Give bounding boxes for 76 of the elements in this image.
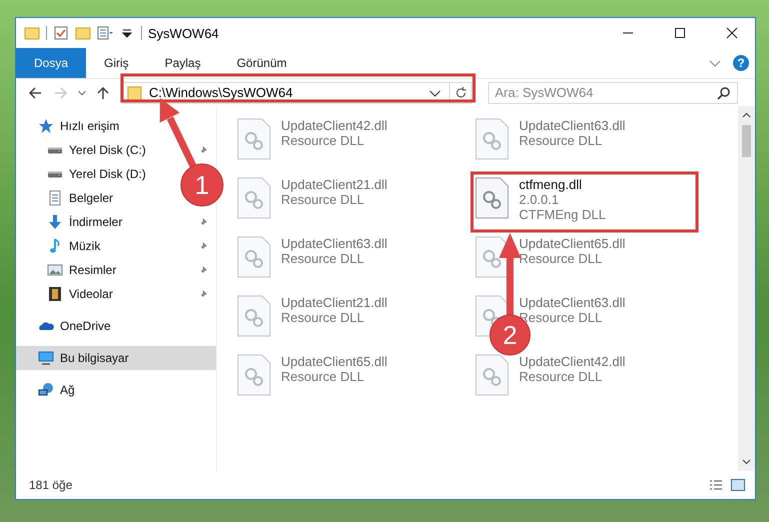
ribbon-tab[interactable]: Giriş bbox=[86, 48, 147, 78]
file-name[interactable]: ctfmeng.dll bbox=[519, 177, 606, 192]
help-button[interactable]: ? bbox=[733, 55, 749, 71]
forward-arrow-icon bbox=[54, 86, 68, 100]
dll-file-icon bbox=[475, 118, 509, 160]
file-name[interactable]: UpdateClient42.dll bbox=[281, 118, 388, 133]
dll-file-icon bbox=[237, 354, 271, 396]
sidebar-item[interactable]: Hızlı erişim bbox=[38, 114, 120, 138]
ribbon-tab[interactable]: Görünüm bbox=[218, 48, 305, 78]
up-arrow-icon bbox=[96, 86, 110, 100]
file-name[interactable]: UpdateClient21.dll bbox=[281, 295, 388, 310]
file-detail: Resource DLL bbox=[519, 369, 604, 384]
search-icon bbox=[716, 84, 732, 100]
dll-file-icon bbox=[475, 354, 509, 396]
address-field[interactable]: C:\Windows\SysWOW64 bbox=[122, 82, 472, 104]
sidebar-item[interactable]: Videolar bbox=[47, 282, 113, 306]
scroll-up-icon[interactable] bbox=[742, 111, 751, 120]
file-detail: Resource DLL bbox=[281, 369, 366, 384]
scroll-down-icon[interactable] bbox=[742, 457, 751, 466]
large-icons-view-icon[interactable] bbox=[731, 479, 745, 491]
file-name[interactable]: UpdateClient63.dll bbox=[519, 118, 626, 133]
sidebar-item[interactable]: Ağ bbox=[38, 378, 75, 402]
dll-file-icon bbox=[475, 177, 509, 219]
step-badge: 1 bbox=[180, 164, 224, 206]
file-detail: CTFMEng DLL bbox=[519, 207, 606, 222]
ribbon-tab[interactable]: Dosya bbox=[16, 48, 86, 78]
refresh-icon bbox=[454, 86, 466, 98]
file-name[interactable]: UpdateClient63.dll bbox=[281, 236, 388, 251]
back-arrow-icon bbox=[28, 86, 42, 100]
window-title: SysWOW64 bbox=[148, 26, 220, 40]
search-field[interactable]: Ara: SysWOW64 bbox=[488, 82, 738, 104]
picture-icon bbox=[47, 262, 63, 278]
item-count: 181 öğe bbox=[29, 478, 74, 492]
file-name[interactable]: UpdateClient42.dll bbox=[519, 354, 626, 369]
file-detail: Resource DLL bbox=[519, 133, 604, 148]
drive-icon bbox=[47, 170, 63, 178]
monitor-icon bbox=[38, 350, 54, 366]
file-detail: Resource DLL bbox=[519, 310, 604, 325]
file-detail: Resource DLL bbox=[281, 192, 366, 207]
sidebar-item[interactable]: Müzik bbox=[47, 234, 100, 258]
sidebar-item[interactable]: İndirmeler bbox=[47, 210, 122, 234]
scrollbar[interactable] bbox=[738, 106, 755, 471]
details-view-icon[interactable] bbox=[709, 479, 723, 491]
folder-icon bbox=[127, 84, 143, 100]
close-icon bbox=[726, 27, 738, 39]
document-icon bbox=[47, 190, 63, 206]
scroll-thumb[interactable] bbox=[742, 125, 751, 157]
drive-icon bbox=[47, 146, 63, 154]
file-detail: 2.0.0.1 bbox=[519, 192, 560, 207]
file-detail: Resource DLL bbox=[281, 251, 366, 266]
sidebar-item[interactable]: Belgeler bbox=[47, 186, 114, 210]
sidebar-item[interactable]: Resimler bbox=[47, 258, 116, 282]
sidebar-item[interactable]: OneDrive bbox=[38, 314, 111, 338]
file-detail: Resource DLL bbox=[281, 310, 366, 325]
network-globe-icon bbox=[38, 382, 54, 398]
checklist-icon[interactable] bbox=[53, 25, 69, 41]
sidebar-item[interactable]: Yerel Disk (D:) bbox=[47, 162, 146, 186]
file-detail: Resource DLL bbox=[281, 133, 366, 148]
file-name[interactable]: UpdateClient65.dll bbox=[519, 236, 626, 251]
ribbon-tab[interactable]: Paylaş bbox=[146, 48, 219, 78]
file-name[interactable]: UpdateClient63.dll bbox=[519, 295, 626, 310]
file-name[interactable]: UpdateClient65.dll bbox=[281, 354, 388, 369]
sidebar-item[interactable]: Yerel Disk (C:) bbox=[47, 138, 146, 162]
dll-file-icon bbox=[475, 236, 509, 278]
file-detail: Resource DLL bbox=[519, 251, 604, 266]
star-icon bbox=[38, 118, 54, 134]
film-icon bbox=[47, 286, 63, 302]
dll-file-icon bbox=[237, 295, 271, 337]
folder-icon bbox=[24, 25, 40, 41]
maximize-icon bbox=[674, 27, 686, 39]
dll-file-icon bbox=[237, 236, 271, 278]
down-arrow-icon bbox=[47, 214, 63, 230]
file-name[interactable]: UpdateClient21.dll bbox=[281, 177, 388, 192]
dll-file-icon bbox=[237, 177, 271, 219]
properties-icon[interactable] bbox=[97, 25, 113, 41]
dll-file-icon bbox=[237, 118, 271, 160]
